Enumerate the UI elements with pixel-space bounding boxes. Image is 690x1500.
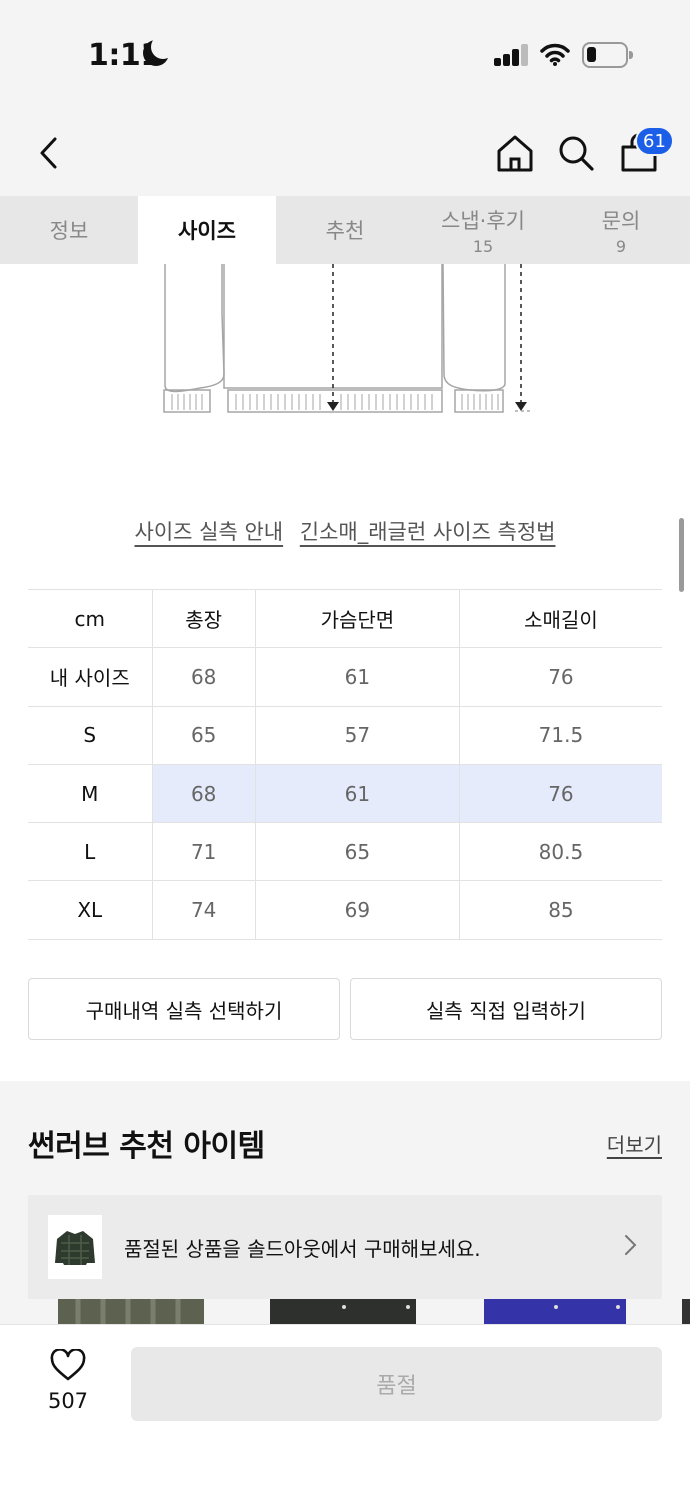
- tab-count: 15: [472, 236, 494, 256]
- chevron-right-icon: [625, 1235, 637, 1255]
- table-cell: 68: [151, 763, 256, 824]
- table-row: 내 사이즈 68 61 76: [28, 647, 662, 707]
- tab-count: 9: [615, 236, 627, 256]
- table-cell: 61: [254, 763, 460, 824]
- soldout-message: 품절된 상품을 솔드아웃에서 구매해보세요.: [124, 1237, 481, 1261]
- chevron-left-icon: [40, 137, 57, 169]
- table-cell: 71: [151, 822, 256, 882]
- column-header: cm: [28, 588, 152, 649]
- garment-measurement-illustration: [163, 264, 530, 413]
- row-label: M: [28, 763, 152, 824]
- wifi-icon: [540, 43, 570, 66]
- tab-label: 스냅·후기: [441, 208, 525, 233]
- top-navigation: [0, 110, 690, 196]
- measurement-method-link[interactable]: 긴소매_래글런 사이즈 측정법: [300, 520, 556, 544]
- jacket-thumbnail: [48, 1215, 102, 1279]
- table-cell: 76: [458, 647, 662, 707]
- product-tabs: 정보 사이즈 추천 스냅·후기 15 문의 9: [0, 196, 690, 264]
- home-button[interactable]: [490, 128, 540, 178]
- column-header: 소매길이: [458, 588, 662, 649]
- soldout-button[interactable]: 품절: [131, 1347, 662, 1421]
- search-button[interactable]: [551, 128, 601, 178]
- size-table: cm 총장 가슴단면 소매길이 내 사이즈 68 61 76 S 65 57 7…: [28, 588, 662, 940]
- tab-snap-review[interactable]: 스냅·후기 15: [414, 196, 552, 264]
- table-cell: 61: [254, 647, 460, 707]
- table-cell: 65: [151, 705, 256, 765]
- row-label: L: [28, 822, 152, 882]
- status-bar: 1:11: [0, 0, 690, 110]
- moon-icon: [143, 35, 175, 66]
- cart-count-badge: 61: [635, 126, 674, 156]
- table-cell: 71.5: [458, 705, 662, 765]
- tab-label: 정보: [49, 219, 89, 243]
- section-title: 썬러브 추천 아이템: [28, 1129, 265, 1164]
- like-count: 507: [47, 1389, 89, 1413]
- table-cell: 57: [254, 705, 460, 765]
- table-header-row: cm 총장 가슴단면 소매길이: [28, 588, 662, 649]
- tab-inquiry[interactable]: 문의 9: [552, 196, 690, 264]
- tab-recommend[interactable]: 추천: [276, 196, 414, 264]
- cellular-signal-icon: [494, 44, 530, 66]
- measurement-links: 사이즈 실측 안내 긴소매_래글런 사이즈 측정법: [0, 516, 690, 546]
- like-button[interactable]: 507: [28, 1348, 108, 1413]
- row-label: XL: [28, 880, 152, 940]
- table-row-selected: M 68 61 76: [28, 763, 662, 824]
- home-icon: [497, 135, 533, 172]
- tab-info[interactable]: 정보: [0, 196, 138, 264]
- soldout-banner[interactable]: 품절된 상품을 솔드아웃에서 구매해보세요.: [28, 1195, 662, 1299]
- size-guide-link[interactable]: 사이즈 실측 안내: [135, 520, 284, 544]
- table-cell: 69: [254, 880, 460, 940]
- row-label: S: [28, 705, 152, 765]
- table-cell: 80.5: [458, 822, 662, 882]
- table-row: L 71 65 80.5: [28, 822, 662, 882]
- table-cell: 85: [458, 880, 662, 940]
- tab-label: 사이즈: [178, 219, 236, 243]
- search-icon: [559, 136, 594, 171]
- heart-icon: [50, 1348, 86, 1381]
- back-button[interactable]: [24, 128, 74, 178]
- manual-input-button[interactable]: 실측 직접 입력하기: [350, 978, 662, 1040]
- table-cell: 65: [254, 822, 460, 882]
- tab-label: 추천: [325, 219, 365, 243]
- table-row: XL 74 69 85: [28, 880, 662, 940]
- table-row: S 65 57 71.5: [28, 705, 662, 765]
- select-from-history-button[interactable]: 구매내역 실측 선택하기: [28, 978, 340, 1040]
- battery-icon: [582, 42, 633, 68]
- table-cell: 68: [151, 647, 256, 707]
- scrollbar[interactable]: [679, 518, 684, 592]
- more-link[interactable]: 더보기: [607, 1129, 662, 1158]
- bottom-purchase-bar: 507 품절: [0, 1324, 690, 1500]
- tab-size[interactable]: 사이즈: [138, 196, 276, 264]
- column-header: 가슴단면: [254, 588, 460, 649]
- table-cell: 74: [151, 880, 256, 940]
- row-label: 내 사이즈: [28, 647, 152, 707]
- tab-label: 문의: [601, 208, 641, 233]
- column-header: 총장: [151, 588, 256, 649]
- table-cell: 76: [458, 763, 662, 824]
